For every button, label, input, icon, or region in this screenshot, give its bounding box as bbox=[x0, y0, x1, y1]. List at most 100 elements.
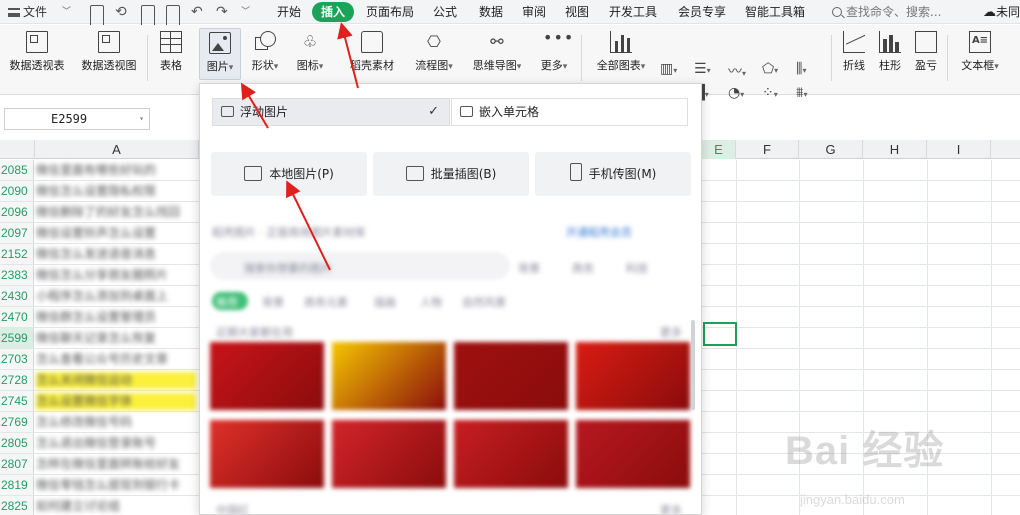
tab-review[interactable]: 审阅 bbox=[517, 0, 551, 24]
row-number[interactable]: 2599 bbox=[0, 328, 34, 348]
row-number[interactable]: 2152 bbox=[0, 244, 34, 264]
category-chip-label[interactable]: 插画 bbox=[374, 294, 396, 310]
tab-developer[interactable]: 开发工具 bbox=[604, 0, 662, 24]
promo-link[interactable]: 开通稻壳会员 bbox=[566, 224, 632, 240]
cell-a[interactable]: 微信群怎么设置管理员 bbox=[36, 309, 196, 326]
cell-a[interactable]: 怎样在微信里面转账给好友 bbox=[36, 456, 196, 473]
search-tag[interactable]: 商务 bbox=[572, 260, 594, 276]
undo-icon[interactable]: ↶ bbox=[191, 0, 203, 24]
redo-icon[interactable]: ↷ bbox=[216, 0, 228, 24]
row-number[interactable]: 2430 bbox=[0, 286, 34, 306]
combo-chart-menu[interactable]: ⩩▾ bbox=[796, 85, 808, 101]
cell-a[interactable]: 怎么退出微信登录账号 bbox=[36, 435, 196, 452]
column-chart-menu[interactable]: ▥▾ bbox=[660, 61, 677, 77]
category-chip-label[interactable]: 自然风景 bbox=[462, 294, 506, 310]
cloud-sync-status[interactable]: ☁未同 bbox=[983, 0, 1020, 24]
row-number[interactable]: 2097 bbox=[0, 223, 34, 243]
row-number[interactable]: 2728 bbox=[0, 370, 34, 390]
cell-a[interactable]: 微信怎么分享朋友圈照片 bbox=[36, 267, 196, 284]
stock-chart-menu[interactable]: ⫼▾ bbox=[796, 61, 806, 77]
section-more-link[interactable]: 更多 bbox=[660, 324, 682, 340]
row-number[interactable]: 2807 bbox=[0, 454, 34, 474]
picture-thumbnail[interactable] bbox=[332, 342, 446, 410]
tab-data[interactable]: 数据 bbox=[474, 0, 508, 24]
sparkline-column-button[interactable]: 柱形 bbox=[874, 31, 906, 73]
float-picture-option[interactable]: 浮动图片 ✓ bbox=[212, 98, 450, 126]
column-header-h[interactable]: H bbox=[863, 140, 927, 159]
active-cell-e2599[interactable] bbox=[703, 322, 737, 346]
cell-a[interactable]: 怎么设置微信字体 bbox=[36, 393, 196, 410]
picture-button[interactable]: 图片▾ bbox=[199, 28, 241, 80]
cell-a[interactable]: 怎么查看公众号历史文章 bbox=[36, 351, 196, 368]
row-number[interactable]: 2383 bbox=[0, 265, 34, 285]
row-number[interactable]: 2085 bbox=[0, 160, 34, 180]
tab-insert[interactable]: 插入 bbox=[312, 2, 354, 22]
tab-member[interactable]: 会员专享 bbox=[674, 0, 730, 24]
table-button[interactable]: 表格 bbox=[154, 31, 188, 73]
tab-smart-toolbox[interactable]: 智能工具箱 bbox=[740, 0, 810, 24]
format-painter-icon[interactable]: ⟲ bbox=[115, 0, 127, 24]
shape-button[interactable]: 形状▾ bbox=[245, 31, 285, 73]
pivot-table-button[interactable]: 数据透视表 bbox=[4, 31, 70, 73]
row-number[interactable]: 2805 bbox=[0, 433, 34, 453]
cell-a[interactable]: 怎么修改微信号码 bbox=[36, 414, 196, 431]
column-header-e[interactable]: E bbox=[702, 140, 736, 159]
textbox-button[interactable]: A≡ 文本框▾ bbox=[954, 31, 1006, 73]
row-number[interactable]: 2090 bbox=[0, 181, 34, 201]
column-header-i[interactable]: I bbox=[927, 140, 991, 159]
icon-library-button[interactable]: ♧ 图标▾ bbox=[290, 31, 330, 73]
more-button[interactable]: ••• 更多▾ bbox=[534, 30, 574, 73]
picture-thumbnail[interactable] bbox=[576, 420, 690, 488]
cell-a[interactable]: 如何建立讨论组 bbox=[36, 498, 196, 515]
flowchart-button[interactable]: ⎔ 流程图▾ bbox=[408, 31, 460, 73]
command-search[interactable]: 查找命令、搜索... bbox=[832, 0, 977, 24]
pie-chart-menu[interactable]: ◔▾ bbox=[728, 85, 744, 101]
row-number[interactable]: 2703 bbox=[0, 349, 34, 369]
tab-page-layout[interactable]: 页面布局 bbox=[362, 0, 418, 24]
picture-thumbnail[interactable] bbox=[454, 342, 568, 410]
cell-a[interactable]: 微信怎么发送语音消息 bbox=[36, 246, 196, 263]
picture-thumbnail[interactable] bbox=[332, 420, 446, 488]
search-tag[interactable]: 背景 bbox=[518, 260, 540, 276]
cell-a[interactable]: 微信删除了的好友怎么找回 bbox=[36, 204, 196, 221]
row-number[interactable]: 2769 bbox=[0, 412, 34, 432]
cell-a[interactable]: 微信零钱怎么提现到银行卡 bbox=[36, 477, 196, 494]
tab-view[interactable]: 视图 bbox=[560, 0, 594, 24]
embed-cell-option[interactable]: 嵌入单元格 bbox=[451, 98, 688, 126]
file-menu-button[interactable]: 文件 bbox=[4, 0, 60, 24]
scatter-chart-menu[interactable]: ⁘▾ bbox=[762, 85, 778, 101]
mindmap-button[interactable]: ⚯ 思维导图▾ bbox=[466, 31, 528, 73]
row-number[interactable]: 2470 bbox=[0, 307, 34, 327]
picture-thumbnail[interactable] bbox=[454, 420, 568, 488]
picture-thumbnail[interactable] bbox=[576, 342, 690, 410]
local-picture-button[interactable]: 本地图片(P) bbox=[211, 152, 367, 196]
line-chart-menu[interactable]: 〰▾ bbox=[728, 61, 746, 81]
category-chip-label[interactable]: 背景 bbox=[262, 294, 284, 310]
radar-chart-menu[interactable]: ⬠▾ bbox=[762, 61, 778, 77]
row-number[interactable]: 2096 bbox=[0, 202, 34, 222]
bar-chart-menu[interactable]: ☰▾ bbox=[694, 61, 711, 77]
material-button[interactable]: 稻壳素材 bbox=[344, 31, 400, 73]
tab-formulas[interactable]: 公式 bbox=[428, 0, 462, 24]
row-number[interactable]: 2819 bbox=[0, 475, 34, 495]
cell-a[interactable]: 怎么关闭微信运动 bbox=[36, 372, 196, 389]
pivot-chart-button[interactable]: 数据透视图 bbox=[76, 31, 142, 73]
batch-insert-button[interactable]: 批量插图(B) bbox=[373, 152, 529, 196]
cell-a[interactable]: 微信设置铃声怎么设置 bbox=[36, 225, 196, 242]
column-header-a[interactable]: A bbox=[35, 140, 199, 159]
column-header-f[interactable]: F bbox=[736, 140, 799, 159]
all-charts-button[interactable]: 全部图表▾ bbox=[590, 31, 652, 73]
search-tag[interactable]: 科技 bbox=[626, 260, 648, 276]
section2-more-link[interactable]: 更多 bbox=[660, 502, 682, 514]
picture-thumbnail[interactable] bbox=[210, 420, 324, 488]
phone-upload-button[interactable]: 手机传图(M) bbox=[535, 152, 691, 196]
picture-thumbnail[interactable] bbox=[210, 342, 324, 410]
cell-a[interactable]: 微信聊天记录怎么恢复 bbox=[36, 330, 196, 347]
category-chip-label[interactable]: 商务元素 bbox=[304, 294, 348, 310]
panel-scrollbar[interactable] bbox=[691, 320, 695, 410]
column-header-g[interactable]: G bbox=[799, 140, 863, 159]
select-all-corner[interactable] bbox=[0, 140, 35, 159]
tab-home[interactable]: 开始 bbox=[272, 0, 306, 24]
category-chip-label[interactable]: 人物 bbox=[420, 294, 442, 310]
sparkline-line-button[interactable]: 折线 bbox=[838, 31, 870, 73]
